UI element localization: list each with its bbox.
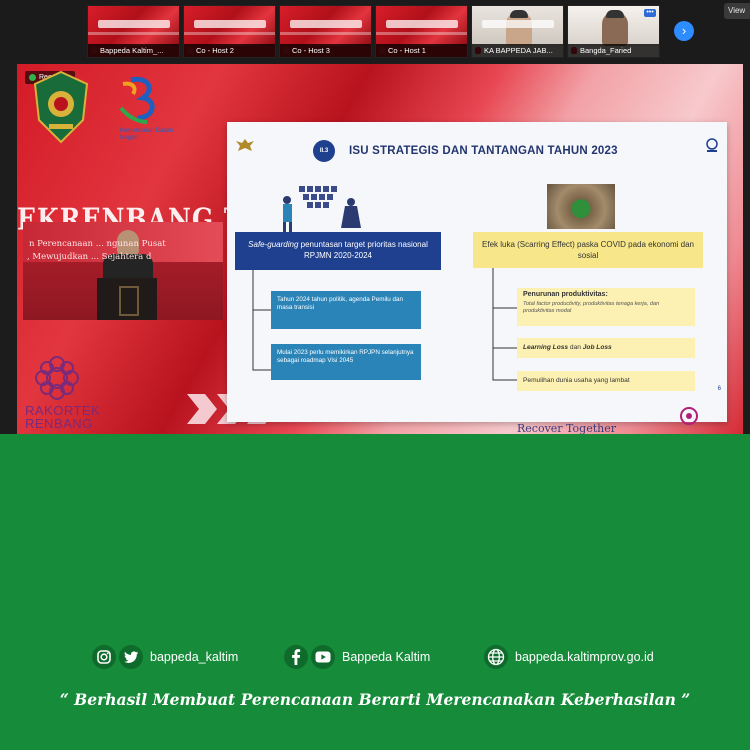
right-item: Learning Loss dan Job Loss xyxy=(517,338,695,358)
kemendagri-emblem-icon xyxy=(33,70,89,144)
participant-tile[interactable]: Co - Host 1 xyxy=(375,5,468,58)
participant-name: KA BAPPEDA JAB... xyxy=(472,44,563,57)
more-options-icon[interactable]: ••• xyxy=(644,9,656,17)
participant-tile[interactable]: KA BAPPEDA JAB... xyxy=(471,5,564,58)
participant-name: Co - Host 1 xyxy=(376,44,467,57)
event-caption: Kementerian Dalam Negeri xyxy=(120,128,174,141)
participant-tile[interactable]: ••• Bangda_Faried xyxy=(567,5,660,58)
right-item-connector: dan xyxy=(568,344,583,351)
social-facebook-youtube[interactable]: Bappeda Kaltim xyxy=(284,642,430,672)
right-item: Pemulihan dunia usaha yang lambat xyxy=(517,371,695,391)
globe-icon xyxy=(484,645,508,669)
tagline: “ Berhasil Membuat Perencanaan Berarti M… xyxy=(59,690,691,709)
banner-line2: , Mewujudkan ... Sejahtera d xyxy=(27,252,152,262)
participant-name: Co - Host 3 xyxy=(280,44,371,57)
rakortek-logo-icon xyxy=(35,356,79,400)
right-item-detail: Total factor productivity, produktivitas… xyxy=(523,301,660,314)
rakortek-label-line: RENBANG xyxy=(25,416,93,431)
participant-face xyxy=(506,10,532,46)
left-item: Mulai 2023 perlu memikirkan RPJPN selanj… xyxy=(271,344,421,380)
participant-tile[interactable]: Co - Host 2 xyxy=(183,5,276,58)
right-item: Penurunan produktivitas: Total factor pr… xyxy=(517,288,695,326)
website-link[interactable]: bappeda.kaltimprov.go.id xyxy=(484,642,654,672)
team-planning-icon xyxy=(283,186,361,232)
slide-page-number: 6 xyxy=(717,386,721,392)
right-item-emphasis: Job Loss xyxy=(582,344,612,351)
instagram-icon xyxy=(92,645,116,669)
social-handle: bappeda_kaltim xyxy=(150,650,239,664)
podium xyxy=(97,278,157,320)
chevron-right-icon: › xyxy=(681,23,687,38)
right-item-emphasis: Learning Loss xyxy=(523,344,569,351)
social-instagram-twitter[interactable]: bappeda_kaltim xyxy=(92,642,238,672)
slide-title: ISU STRATEGIS DAN TANTANGAN TAHUN 2023 xyxy=(349,145,618,157)
shared-screen: Recording Kementerian Dalam Negeri EKREN… xyxy=(17,64,743,434)
view-button[interactable]: View xyxy=(724,3,750,19)
bappenas-logo-icon xyxy=(706,138,718,152)
recover-together-text: Recover Together xyxy=(517,422,616,434)
tree-stump-photo xyxy=(547,184,615,229)
speaker-video xyxy=(23,222,223,320)
priority-box-text: penuntasan target prioritas nasional RPJ… xyxy=(298,240,428,260)
right-item-heading: Penurunan produktivitas: xyxy=(523,291,608,298)
participant-strip: Bappeda Kaltim_... Co - Host 2 Co - Host… xyxy=(0,0,750,62)
left-item: Tahun 2024 tahun politik, agenda Pemilu … xyxy=(271,291,421,329)
participant-name: Bangda_Faried xyxy=(568,44,659,57)
garuda-emblem-icon xyxy=(236,139,254,151)
presentation-slide: II.3 ISU STRATEGIS DAN TANTANGAN TAHUN 2… xyxy=(227,122,727,422)
next-page-button[interactable]: › xyxy=(674,21,694,41)
ornament-decoration-icon xyxy=(680,407,698,425)
participant-name: Co - Host 2 xyxy=(184,44,275,57)
participant-face xyxy=(602,10,628,46)
facebook-icon xyxy=(284,645,308,669)
youtube-icon xyxy=(311,645,335,669)
video-feed xyxy=(88,6,179,46)
twitter-icon xyxy=(119,645,143,669)
participant-tile[interactable]: Co - Host 3 xyxy=(279,5,372,58)
video-feed xyxy=(376,6,467,46)
section-badge: II.3 xyxy=(313,140,335,162)
video-feed xyxy=(472,6,563,46)
priority-box: Safe-guarding penuntasan target priorita… xyxy=(235,232,441,270)
participant-tile[interactable]: Bappeda Kaltim_... xyxy=(87,5,180,58)
participant-name: Bappeda Kaltim_... xyxy=(88,44,179,57)
scarring-effect-box: Efek luka (Scarring Effect) paska COVID … xyxy=(473,232,703,268)
website-url: bappeda.kaltimprov.go.id xyxy=(515,650,654,664)
rakortek-label: RAKORTEK RENBANG xyxy=(25,404,100,430)
video-feed xyxy=(280,6,371,46)
social-page-name: Bappeda Kaltim xyxy=(342,650,431,664)
video-feed xyxy=(184,6,275,46)
footer-banner: bappeda_kaltim Bappeda Kaltim bappeda.ka… xyxy=(0,434,750,750)
banner-line1: n Perencanaan ... ngunan Pusat xyxy=(29,239,166,249)
priority-box-emphasis: Safe-guarding xyxy=(248,240,299,249)
